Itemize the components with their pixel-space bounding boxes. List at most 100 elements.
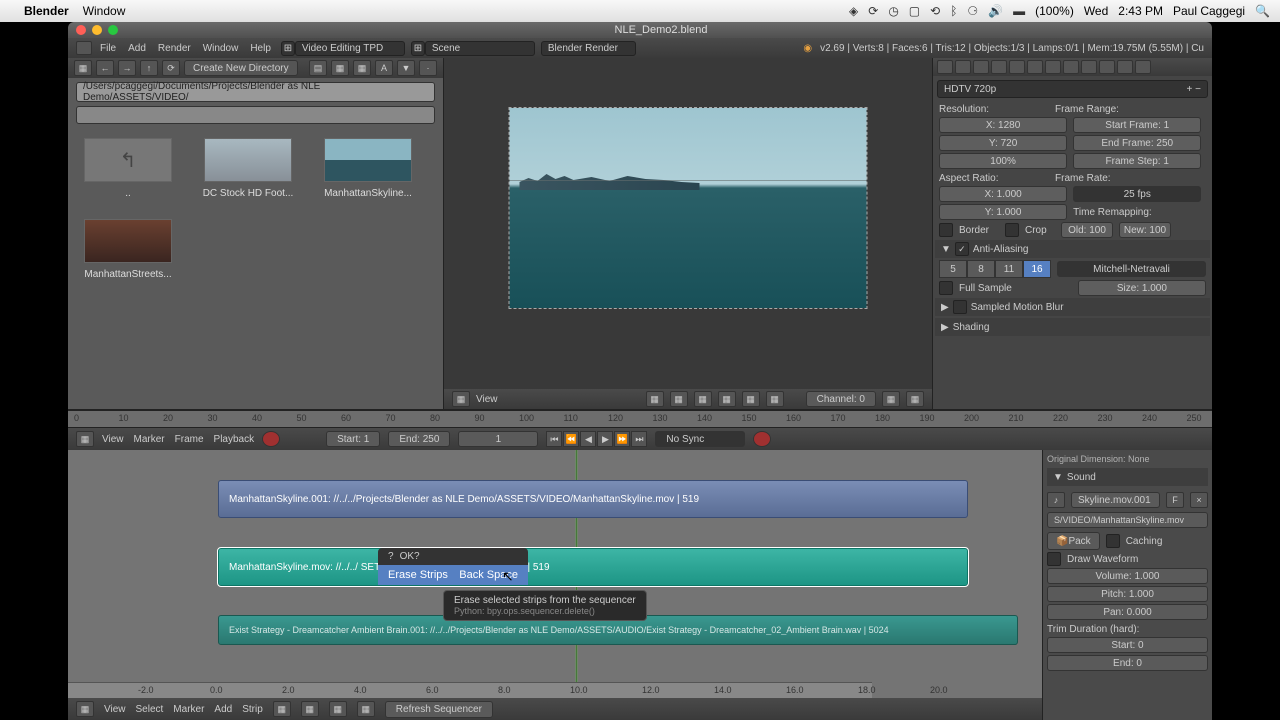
create-directory-button[interactable]: Create New Directory bbox=[184, 60, 298, 76]
editor-type-icon[interactable]: ▦ bbox=[452, 391, 470, 407]
parent-button[interactable]: ↑ bbox=[140, 60, 158, 76]
close-window-button[interactable] bbox=[76, 25, 86, 35]
current-frame-field[interactable]: 1 bbox=[458, 431, 538, 447]
jump-start-button[interactable]: ⏮ bbox=[546, 431, 562, 447]
props-tab-particles[interactable] bbox=[1117, 60, 1133, 74]
timemachine-icon[interactable]: ⟲ bbox=[930, 4, 940, 18]
filter-icon[interactable]: ▼ bbox=[397, 60, 415, 76]
sequencer-tracks[interactable]: ManhattanSkyline.001: //../../Projects/B… bbox=[68, 450, 1042, 720]
menu-window[interactable]: Window bbox=[203, 43, 239, 54]
display-icon[interactable]: ▢ bbox=[909, 4, 920, 18]
user-name[interactable]: Paul Caggegi bbox=[1173, 4, 1245, 18]
refresh-button[interactable]: ⟳ bbox=[162, 60, 180, 76]
editor-type-icon[interactable]: ▦ bbox=[76, 431, 94, 447]
motion-blur-checkbox[interactable] bbox=[953, 300, 967, 314]
start-frame-field[interactable]: Start Frame: 1 bbox=[1073, 117, 1201, 133]
start-frame-field[interactable]: Start: 1 bbox=[326, 431, 380, 447]
menu-strip[interactable]: Strip bbox=[242, 704, 263, 715]
seq-mode-icon[interactable]: ▦ bbox=[273, 701, 291, 717]
menu-playback[interactable]: Playback bbox=[214, 434, 255, 445]
layout-browse-button[interactable]: ⊞ bbox=[281, 41, 295, 56]
erase-strips-menuitem[interactable]: Erase Strips Back Space bbox=[378, 565, 528, 585]
dropbox-icon[interactable]: ◈ bbox=[849, 4, 858, 18]
file-item[interactable]: ↰.. bbox=[78, 138, 178, 199]
screen-layout-dropdown[interactable]: Video Editing TPD bbox=[295, 41, 405, 56]
aa-sample-16[interactable]: 16 bbox=[1023, 260, 1051, 278]
preview-mode-icon[interactable]: ▦ bbox=[646, 391, 664, 407]
render-engine-dropdown[interactable]: Blender Render bbox=[541, 41, 636, 56]
chevron-down-icon[interactable]: ▼ bbox=[1053, 472, 1063, 483]
chevron-down-icon[interactable]: ▼ bbox=[941, 244, 951, 255]
frame-step-field[interactable]: Frame Step: 1 bbox=[1073, 153, 1201, 169]
preview-mode-icon[interactable]: ▦ bbox=[670, 391, 688, 407]
wifi-icon[interactable]: ⚆ bbox=[967, 4, 978, 18]
menu-frame[interactable]: Frame bbox=[175, 434, 204, 445]
chevron-right-icon[interactable]: ▶ bbox=[941, 302, 949, 313]
editor-type-icon[interactable]: ▦ bbox=[76, 701, 94, 717]
scene-browse-button[interactable]: ⊞ bbox=[411, 41, 425, 56]
preview-toggle-icon[interactable]: ▦ bbox=[882, 391, 900, 407]
props-tab-data[interactable] bbox=[1063, 60, 1079, 74]
props-tab-render[interactable] bbox=[937, 60, 953, 74]
props-tab-world[interactable] bbox=[991, 60, 1007, 74]
sequencer-ruler[interactable]: -2.00.02.04.06.08.010.012.014.016.018.02… bbox=[68, 682, 872, 698]
keyframe-prev-button[interactable]: ⏪ bbox=[563, 431, 579, 447]
timeline-ruler[interactable]: 0102030405060708090100110120130140150160… bbox=[68, 410, 1212, 428]
preview-toggle-icon[interactable]: ▦ bbox=[906, 391, 924, 407]
props-tab-physics[interactable] bbox=[1135, 60, 1151, 74]
seq-mode-icon[interactable]: ▦ bbox=[357, 701, 375, 717]
sound-name-field[interactable]: Skyline.mov.001 bbox=[1071, 492, 1160, 508]
display-short-icon[interactable]: ▤ bbox=[309, 60, 327, 76]
aa-checkbox[interactable] bbox=[955, 242, 969, 256]
props-tab-material[interactable] bbox=[1081, 60, 1097, 74]
movie-strip-selected[interactable]: ManhattanSkyline.mov: //../../ SETS/VIDE… bbox=[218, 548, 968, 586]
play-button[interactable]: ▶ bbox=[597, 431, 613, 447]
new-field[interactable]: New: 100 bbox=[1119, 222, 1171, 238]
render-preset-dropdown[interactable]: HDTV 720p + − bbox=[937, 80, 1208, 98]
props-tab-constraints[interactable] bbox=[1027, 60, 1043, 74]
file-item[interactable]: ManhattanSkyline... bbox=[318, 138, 418, 199]
clock-time[interactable]: 2:43 PM bbox=[1118, 4, 1163, 18]
chevron-right-icon[interactable]: ▶ bbox=[941, 322, 949, 333]
end-frame-field[interactable]: End: 250 bbox=[388, 431, 450, 447]
menu-add[interactable]: Add bbox=[214, 704, 232, 715]
file-item[interactable]: ManhattanStreets... bbox=[78, 219, 178, 280]
zoom-window-button[interactable] bbox=[108, 25, 118, 35]
file-path-input[interactable]: /Users/pcaggegi/Documents/Projects/Blend… bbox=[76, 82, 435, 102]
trim-end-field[interactable]: End: 0 bbox=[1047, 655, 1208, 671]
menu-select[interactable]: Select bbox=[136, 704, 164, 715]
video-strip[interactable]: ManhattanSkyline.001: //../../Projects/B… bbox=[218, 480, 968, 518]
pan-field[interactable]: Pan: 0.000 bbox=[1047, 604, 1208, 620]
border-checkbox[interactable] bbox=[939, 223, 953, 237]
sound-path-field[interactable]: S/VIDEO/ManhattanSkyline.mov bbox=[1047, 512, 1208, 528]
spotlight-icon[interactable]: 🔍 bbox=[1255, 4, 1270, 18]
volume-icon[interactable]: 🔊 bbox=[988, 4, 1003, 18]
display-long-icon[interactable]: ▦ bbox=[331, 60, 349, 76]
fake-user-button[interactable]: F bbox=[1166, 492, 1184, 508]
battery-icon[interactable]: ▬ bbox=[1013, 4, 1025, 18]
sound-icon[interactable]: ♪ bbox=[1047, 492, 1065, 508]
menu-help[interactable]: Help bbox=[250, 43, 271, 54]
scene-dropdown[interactable]: Scene bbox=[425, 41, 535, 56]
props-tab-object[interactable] bbox=[1009, 60, 1025, 74]
aa-size-field[interactable]: Size: 1.000 bbox=[1078, 280, 1206, 296]
unlink-button[interactable]: × bbox=[1190, 492, 1208, 508]
menu-file[interactable]: File bbox=[100, 43, 116, 54]
props-tab-modifiers[interactable] bbox=[1045, 60, 1061, 74]
props-tab-scene[interactable] bbox=[973, 60, 989, 74]
aspect-y-field[interactable]: Y: 1.000 bbox=[939, 204, 1067, 220]
bluetooth-icon[interactable]: ᛒ bbox=[950, 4, 957, 18]
menu-view[interactable]: View bbox=[104, 704, 126, 715]
pitch-field[interactable]: Pitch: 1.000 bbox=[1047, 586, 1208, 602]
pack-button[interactable]: 📦 Pack bbox=[1047, 532, 1100, 550]
menu-view[interactable]: View bbox=[102, 434, 124, 445]
display-thumb-icon[interactable]: ▦ bbox=[353, 60, 371, 76]
preview-mode-icon[interactable]: ▦ bbox=[766, 391, 784, 407]
hidden-icon[interactable]: · bbox=[419, 60, 437, 76]
sort-alpha-icon[interactable]: A bbox=[375, 60, 393, 76]
res-x-field[interactable]: X: 1280 bbox=[939, 117, 1067, 133]
sync-dropdown[interactable]: No Sync bbox=[655, 431, 745, 447]
preview-mode-icon[interactable]: ▦ bbox=[742, 391, 760, 407]
fps-dropdown[interactable]: 25 fps bbox=[1073, 186, 1201, 202]
crop-checkbox[interactable] bbox=[1005, 223, 1019, 237]
